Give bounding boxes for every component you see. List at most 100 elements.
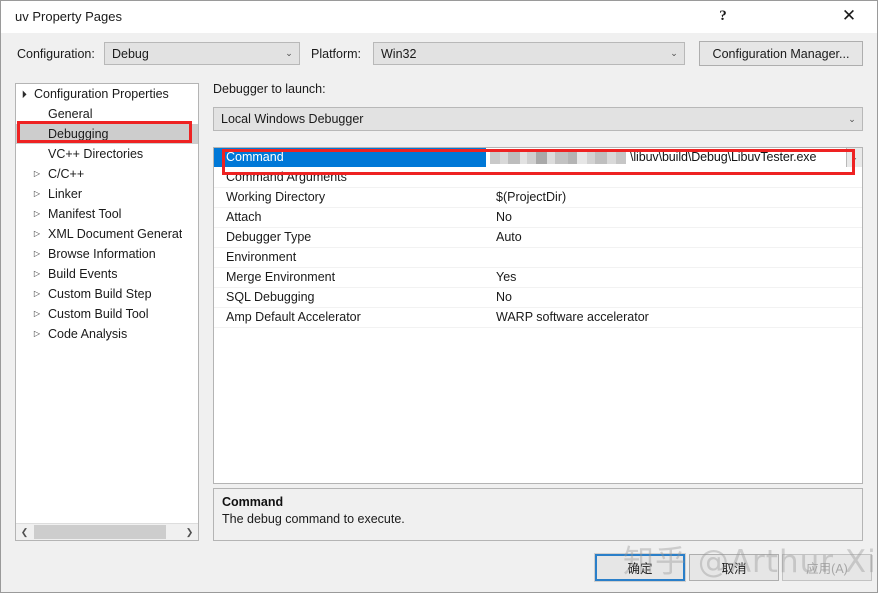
grid-row-name: Debugger Type bbox=[226, 230, 312, 244]
grid-row[interactable]: SQL Debugging No bbox=[214, 288, 862, 308]
twisty-collapsed-icon[interactable]: ▷ bbox=[30, 230, 44, 238]
tree-item-c-c[interactable]: ▷ C/C++ bbox=[16, 164, 198, 184]
twisty-spacer: · bbox=[30, 110, 44, 118]
grid-row-name: Attach bbox=[226, 210, 262, 224]
tree-item-custom-build-tool[interactable]: ▷ Custom Build Tool bbox=[16, 304, 198, 324]
title-bar: uv Property Pages ? ✕ bbox=[1, 1, 877, 33]
configuration-manager-button[interactable]: Configuration Manager... bbox=[699, 41, 863, 66]
tree-item-label: General bbox=[48, 107, 93, 121]
ok-button[interactable]: 确定 bbox=[594, 553, 686, 582]
configuration-dropdown[interactable]: Debug ⌄ bbox=[104, 42, 300, 65]
grid-row-value bbox=[486, 248, 862, 267]
grid-row-name: Merge Environment bbox=[226, 270, 336, 284]
grid-row[interactable]: Amp Default Accelerator WARP software acc… bbox=[214, 308, 862, 328]
property-pages-dialog: uv Property Pages ? ✕ Configuration: Deb… bbox=[0, 0, 878, 593]
configuration-toolbar: Configuration: Debug ⌄ Platform: Win32 ⌄… bbox=[1, 33, 877, 80]
tree-item-label: C/C++ bbox=[48, 167, 85, 181]
tree-item-label: Linker bbox=[48, 187, 83, 201]
grid-row-name: Command bbox=[214, 148, 486, 167]
debugger-to-launch-label: Debugger to launch: bbox=[213, 82, 326, 96]
dialog-button-bar: 确定 取消 应用(A) bbox=[1, 546, 877, 592]
twisty-expanded-icon[interactable]: ◢ bbox=[16, 87, 30, 102]
command-value-editor[interactable]: \libuv\build\Debug\LibuvTester.exe ⌄ bbox=[486, 148, 862, 167]
grid-row[interactable]: Command \libuv\build\Debug\LibuvTester.ex… bbox=[214, 148, 862, 168]
tree-item-debugging[interactable]: · Debugging bbox=[16, 124, 198, 144]
twisty-collapsed-icon[interactable]: ▷ bbox=[30, 210, 44, 218]
grid-row[interactable]: Merge Environment Yes bbox=[214, 268, 862, 288]
tree-item-label: Custom Build Step bbox=[48, 287, 152, 301]
platform-label: Platform: bbox=[311, 47, 362, 61]
tree-item-label: Build Events bbox=[48, 267, 118, 281]
grid-row[interactable]: Debugger Type Auto bbox=[214, 228, 862, 248]
question-mark-icon: ? bbox=[719, 8, 727, 24]
twisty-collapsed-icon[interactable]: ▷ bbox=[30, 330, 44, 338]
tree-item-configuration-properties[interactable]: ◢ Configuration Properties bbox=[16, 84, 198, 104]
tree-item-general[interactable]: · General bbox=[16, 104, 198, 124]
platform-value: Win32 bbox=[381, 46, 417, 61]
twisty-collapsed-icon[interactable]: ▷ bbox=[30, 190, 44, 198]
apply-button[interactable]: 应用(A) bbox=[782, 554, 872, 581]
cancel-button[interactable]: 取消 bbox=[689, 554, 779, 581]
grid-row-value: WARP software accelerator bbox=[496, 310, 649, 324]
configuration-properties-tree: ◢ Configuration Properties · General · Debugg… bbox=[15, 83, 199, 541]
tree-item-code-analysis[interactable]: ▷ Code Analysis bbox=[16, 324, 198, 344]
tree-horizontal-scrollbar[interactable]: ❮ ❯ bbox=[16, 523, 198, 540]
tree-item-label: Browse Information bbox=[48, 247, 156, 261]
tree-item-xml-document-generat[interactable]: ▷ XML Document Generat bbox=[16, 224, 198, 244]
twisty-collapsed-icon[interactable]: ▷ bbox=[30, 250, 44, 258]
chevron-down-icon: ⌄ bbox=[848, 113, 856, 124]
twisty-spacer: · bbox=[30, 150, 44, 158]
grid-row[interactable]: Working Directory $(ProjectDir) bbox=[214, 188, 862, 208]
command-dropdown-button[interactable]: ⌄ bbox=[846, 148, 862, 167]
tree-item-vc-directories[interactable]: · VC++ Directories bbox=[16, 144, 198, 164]
grid-row[interactable]: Command Arguments bbox=[214, 168, 862, 188]
tree-item-label: VC++ Directories bbox=[48, 147, 144, 161]
grid-row-name: Working Directory bbox=[226, 190, 326, 204]
grid-row-value bbox=[486, 168, 862, 187]
grid-row-name: Command Arguments bbox=[226, 170, 347, 184]
grid-row[interactable]: Environment bbox=[214, 248, 862, 268]
configuration-value: Debug bbox=[112, 46, 149, 61]
scrollbar-thumb[interactable] bbox=[34, 525, 166, 539]
twisty-collapsed-icon[interactable]: ▷ bbox=[30, 170, 44, 178]
description-pane: Command The debug command to execute. bbox=[213, 488, 863, 541]
grid-row-name: SQL Debugging bbox=[226, 290, 315, 304]
redacted-path-prefix bbox=[490, 150, 626, 164]
grid-row-value: No bbox=[496, 290, 512, 304]
grid-row-value: Auto bbox=[496, 230, 522, 244]
tree-item-label: Code Analysis bbox=[48, 327, 128, 341]
grid-row-name: Environment bbox=[226, 250, 297, 264]
twisty-collapsed-icon[interactable]: ▷ bbox=[30, 290, 44, 298]
description-body: The debug command to execute. bbox=[222, 512, 405, 526]
scroll-left-icon[interactable]: ❮ bbox=[16, 524, 33, 540]
description-title: Command bbox=[222, 495, 284, 509]
twisty-spacer: · bbox=[30, 130, 44, 138]
grid-row-name: Amp Default Accelerator bbox=[226, 310, 361, 324]
configuration-label: Configuration: bbox=[17, 47, 95, 61]
grid-row[interactable]: Attach No bbox=[214, 208, 862, 228]
window-title: uv Property Pages bbox=[15, 9, 122, 24]
close-icon: ✕ bbox=[841, 6, 857, 26]
debugger-to-launch-dropdown[interactable]: Local Windows Debugger ⌄ bbox=[213, 107, 863, 131]
tree-item-label: Debugging bbox=[48, 127, 109, 141]
debugger-to-launch-value: Local Windows Debugger bbox=[221, 112, 364, 126]
grid-row-value: $(ProjectDir) bbox=[496, 190, 567, 204]
tree-item-label: Custom Build Tool bbox=[48, 307, 149, 321]
twisty-collapsed-icon[interactable]: ▷ bbox=[30, 270, 44, 278]
tree-item-label: Manifest Tool bbox=[48, 207, 122, 221]
grid-row-value: No bbox=[496, 210, 512, 224]
property-grid: Command \libuv\build\Debug\LibuvTester.ex… bbox=[213, 147, 863, 484]
tree-item-browse-information[interactable]: ▷ Browse Information bbox=[16, 244, 198, 264]
command-path-text: \libuv\build\Debug\LibuvTester.exe bbox=[630, 150, 817, 164]
platform-dropdown[interactable]: Win32 ⌄ bbox=[373, 42, 685, 65]
chevron-down-icon: ⌄ bbox=[670, 48, 678, 58]
tree-item-linker[interactable]: ▷ Linker bbox=[16, 184, 198, 204]
tree-item-label: XML Document Generat bbox=[48, 227, 183, 241]
close-button[interactable]: ✕ bbox=[827, 1, 871, 32]
tree-item-build-events[interactable]: ▷ Build Events bbox=[16, 264, 198, 284]
help-button[interactable]: ? bbox=[701, 1, 745, 32]
tree-item-custom-build-step[interactable]: ▷ Custom Build Step bbox=[16, 284, 198, 304]
tree-item-manifest-tool[interactable]: ▷ Manifest Tool bbox=[16, 204, 198, 224]
twisty-collapsed-icon[interactable]: ▷ bbox=[30, 310, 44, 318]
scroll-right-icon[interactable]: ❯ bbox=[181, 524, 198, 540]
